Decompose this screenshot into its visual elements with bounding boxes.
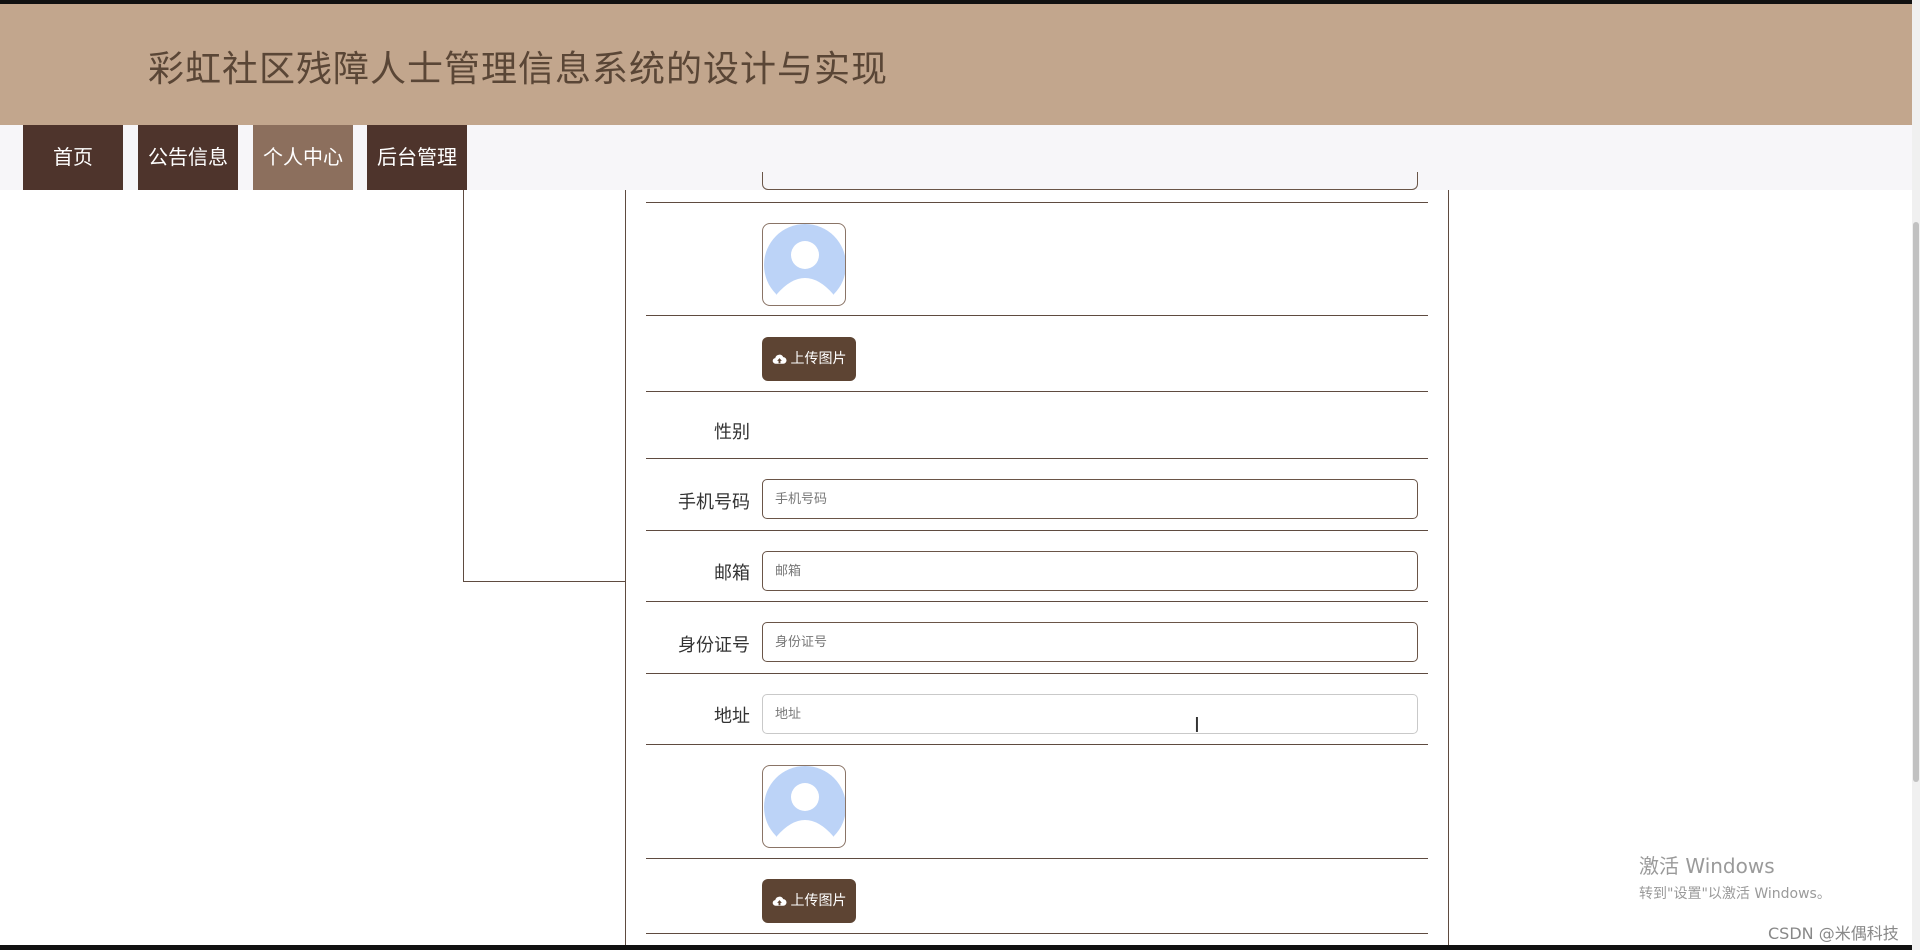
user-avatar-icon	[764, 766, 845, 847]
row-divider	[646, 744, 1428, 745]
upload-button-label: 上传图片	[790, 351, 847, 367]
avatar-preview	[762, 223, 846, 306]
nav-home[interactable]: 首页	[23, 125, 123, 190]
address-label: 地址	[714, 706, 750, 727]
phone-label: 手机号码	[678, 492, 750, 513]
gender-label: 性别	[714, 422, 750, 443]
row-divider	[646, 530, 1428, 531]
email-label: 邮箱	[714, 563, 750, 584]
site-title: 彩虹社区残障人士管理信息系统的设计与实现	[148, 49, 889, 90]
site-header: 彩虹社区残障人士管理信息系统的设计与实现	[0, 4, 1912, 125]
activate-subtitle: 转到"设置"以激活 Windows。	[1639, 886, 1831, 902]
upload-image-button[interactable]: 上传图片	[762, 337, 856, 381]
row-divider	[646, 202, 1428, 203]
text-cursor-icon: Ι	[1194, 713, 1200, 737]
nav-personal-center[interactable]: 个人中心	[253, 125, 353, 190]
nav-admin[interactable]: 后台管理	[367, 125, 467, 190]
user-avatar-icon	[764, 224, 845, 305]
nav-announcements[interactable]: 公告信息	[138, 125, 238, 190]
id-number-input[interactable]	[762, 622, 1418, 662]
row-divider	[646, 458, 1428, 459]
address-input[interactable]	[762, 694, 1418, 734]
row-divider	[646, 601, 1428, 602]
cloud-upload-icon	[772, 896, 787, 906]
upload-image-button[interactable]: 上传图片	[762, 879, 856, 923]
phone-input[interactable]	[762, 479, 1418, 519]
window-bottom-edge	[0, 945, 1912, 950]
avatar-preview	[762, 765, 846, 848]
row-divider	[646, 315, 1428, 316]
windows-activation-notice: 激活 Windows 转到"设置"以激活 Windows。	[1639, 850, 1831, 903]
scrolled-input-field[interactable]	[762, 172, 1418, 190]
row-divider	[646, 933, 1428, 934]
csdn-watermark: CSDN @米偶科技	[1768, 924, 1899, 943]
scrollbar-thumb[interactable]	[1913, 222, 1919, 782]
email-input[interactable]	[762, 551, 1418, 591]
side-menu-frame	[463, 190, 625, 582]
upload-button-label: 上传图片	[790, 893, 847, 909]
row-divider	[646, 858, 1428, 859]
id-number-label: 身份证号	[678, 635, 750, 656]
row-divider	[646, 391, 1428, 392]
row-divider	[646, 673, 1428, 674]
cloud-upload-icon	[772, 354, 787, 364]
activate-title: 激活 Windows	[1639, 854, 1775, 878]
